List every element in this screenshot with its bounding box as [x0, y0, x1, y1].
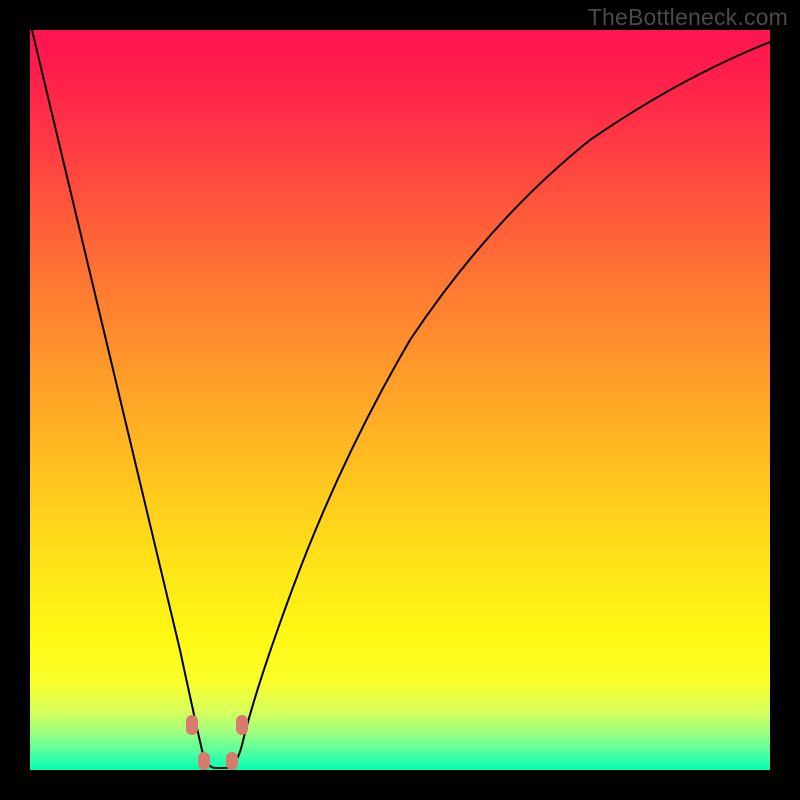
bottleneck-curve: [30, 30, 770, 770]
watermark-text: TheBottleneck.com: [588, 4, 788, 31]
curve-marker: [198, 752, 210, 770]
curve-marker: [226, 752, 238, 770]
chart-plot-area: [30, 30, 770, 770]
curve-marker: [236, 715, 248, 735]
curve-marker: [186, 715, 198, 735]
curve-path: [32, 30, 770, 768]
